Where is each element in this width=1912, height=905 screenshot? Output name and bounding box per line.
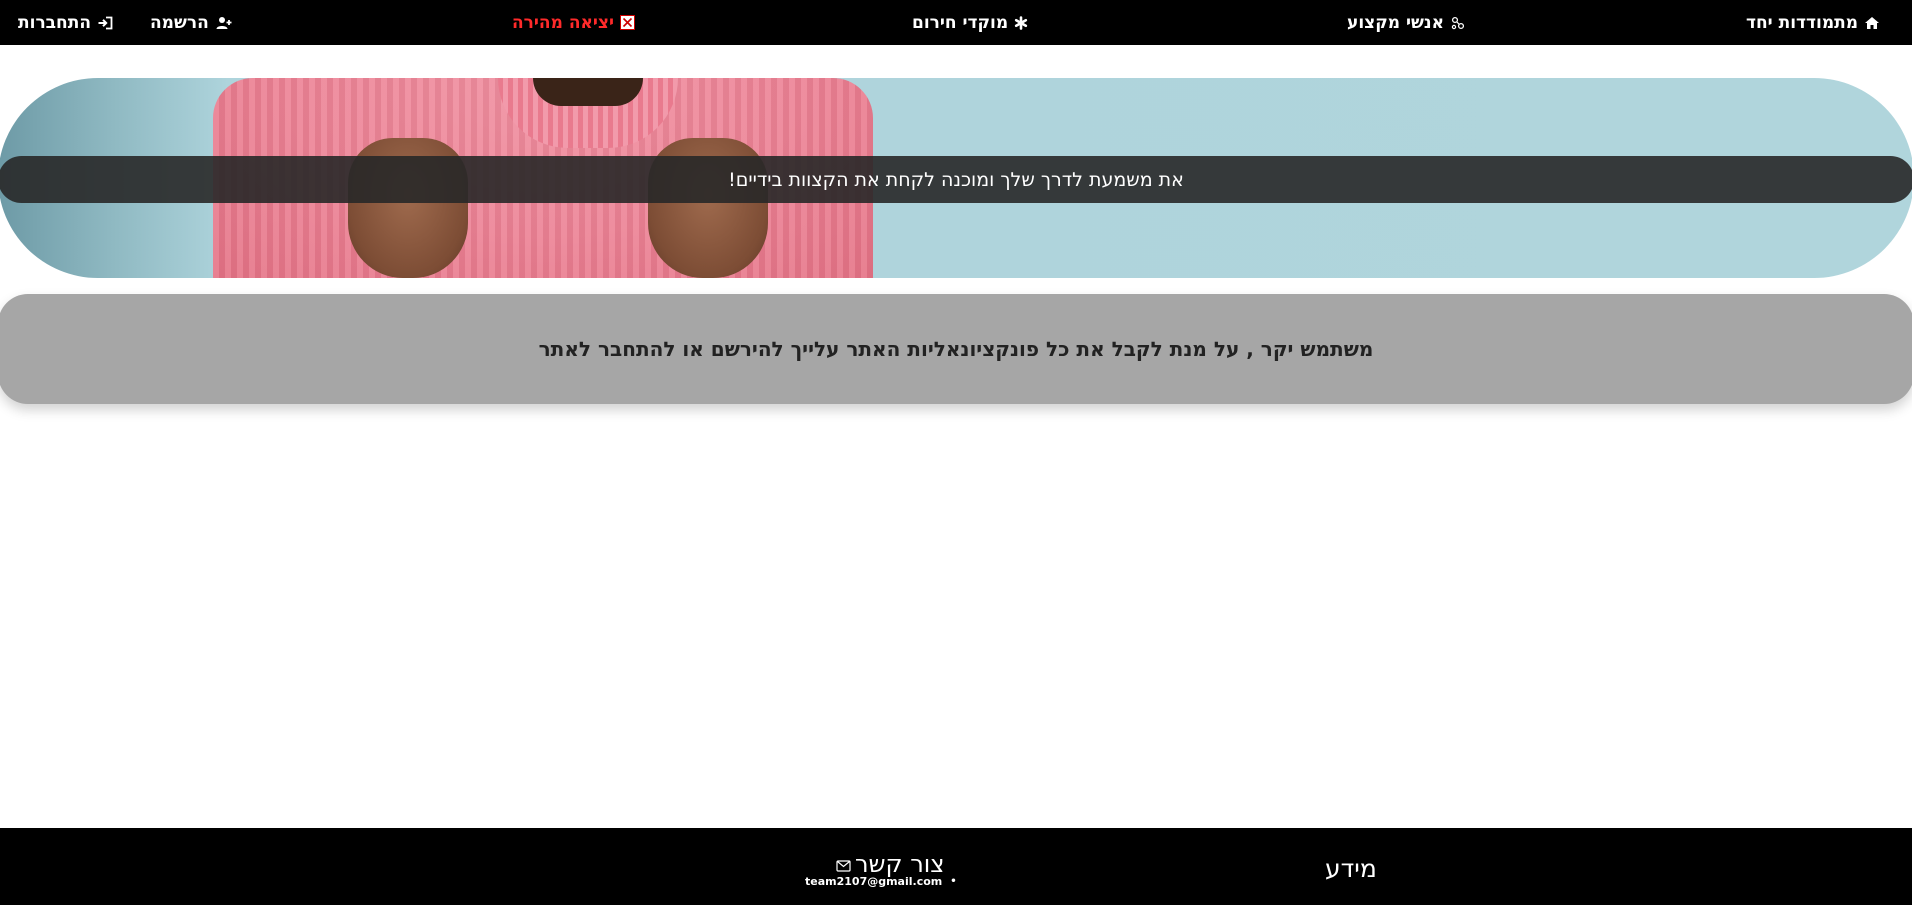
footer: מידע צור קשר team2107@gmail.com •	[0, 828, 1912, 905]
nav-emergency-label: מוקדי חירום	[912, 12, 1009, 33]
footer-contact-heading: צור קשר	[836, 850, 945, 878]
hero-image-chin	[533, 78, 643, 106]
hero-caption-text: את משמעת לדרך שלך ומוכנה לקחת את הקצוות …	[728, 168, 1184, 191]
asterisk-icon	[1014, 15, 1028, 30]
top-navbar: מתמודדות יחד אנשי מקצוע מוקדי חירום יציא…	[0, 0, 1912, 45]
nav-professionals-link[interactable]: אנשי מקצוע	[1347, 0, 1466, 45]
user-plus-icon	[215, 16, 233, 30]
home-icon	[1864, 16, 1880, 30]
nav-login-label: התחברות	[18, 12, 92, 33]
users-network-icon	[1450, 16, 1466, 30]
nav-home-link[interactable]: מתמודדות יחד	[1746, 0, 1880, 45]
nav-quick-exit-link[interactable]: יציאה מהירה	[512, 0, 635, 45]
nav-home-label: מתמודדות יחד	[1746, 12, 1859, 33]
nav-register-link[interactable]: הרשמה	[150, 0, 233, 45]
nav-emergency-link[interactable]: מוקדי חירום	[912, 0, 1028, 45]
nav-quick-exit-label: יציאה מהירה	[512, 12, 614, 33]
sign-in-icon	[97, 16, 113, 30]
nav-login-link[interactable]: התחברות	[18, 0, 113, 45]
footer-email-link[interactable]: team2107@gmail.com	[805, 875, 942, 888]
notice-text: משתמש יקר , על מנת לקבל את כל פונקציונאל…	[538, 337, 1374, 361]
nav-register-label: הרשמה	[150, 12, 209, 33]
envelope-icon	[836, 850, 851, 878]
list-bullet: •	[950, 876, 957, 887]
login-required-notice: משתמש יקר , על מנת לקבל את כל פונקציונאל…	[0, 294, 1912, 404]
footer-email-item[interactable]: team2107@gmail.com •	[805, 875, 957, 888]
close-x-icon	[619, 15, 635, 30]
nav-professionals-label: אנשי מקצוע	[1347, 12, 1444, 33]
footer-contact-label: צור קשר	[855, 850, 945, 878]
footer-info-heading[interactable]: מידע	[1325, 854, 1377, 883]
hero-caption: את משמעת לדרך שלך ומוכנה לקחת את הקצוות …	[0, 156, 1912, 203]
